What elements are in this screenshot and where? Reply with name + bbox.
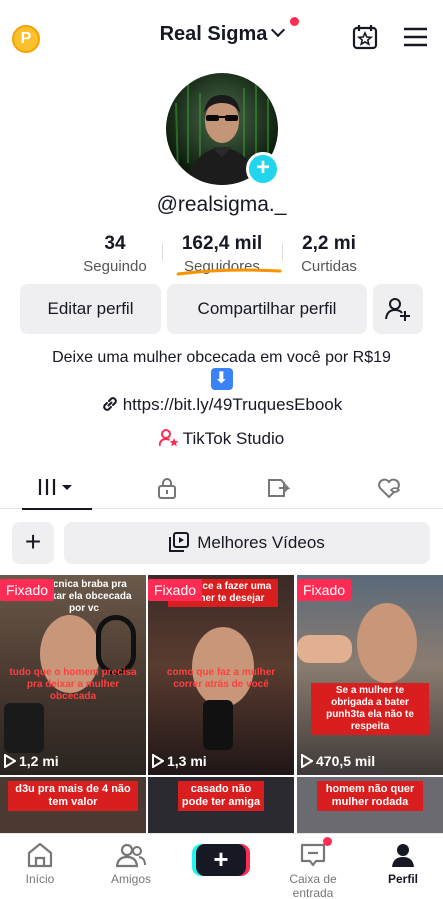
- best-videos-label: Melhores Vídeos: [197, 533, 325, 552]
- video-subtitle: como que faz a mulher correr atrás de vo…: [166, 667, 276, 690]
- link-icon: [102, 397, 117, 411]
- edit-profile-button[interactable]: Editar perfil: [20, 284, 161, 334]
- calendar-star-icon[interactable]: [352, 24, 378, 50]
- bio: Deixe uma mulher obcecada em você por R$…: [20, 347, 423, 390]
- nav-inbox[interactable]: Caixa de entrada: [268, 842, 358, 899]
- tab-reposts[interactable]: [222, 466, 333, 509]
- stat-value: 34: [104, 233, 126, 254]
- add-video-button[interactable]: +: [12, 522, 54, 564]
- tiktok-studio-link[interactable]: TikTok Studio: [0, 429, 443, 449]
- notification-dot: [290, 17, 299, 26]
- bio-link-text: https://bit.ly/49TruquesEbook: [122, 395, 343, 414]
- add-user-icon: [385, 298, 410, 321]
- bio-text: Deixe uma mulher obcecada em você por R$…: [52, 349, 391, 366]
- pinned-badge: Fixado: [148, 579, 203, 601]
- add-photo-button[interactable]: +: [246, 152, 280, 186]
- lock-icon: [157, 478, 176, 499]
- playlist-icon: [169, 532, 190, 552]
- video-caption: d3u pra mais de 4 não tem valor: [8, 781, 138, 811]
- orange-underline-mark: [176, 268, 282, 276]
- grid-dropdown-icon: [38, 479, 72, 495]
- video-thumbnail[interactable]: Se a mulher te obrigada a bater punh3ta …: [297, 575, 443, 775]
- profile-tabs: [0, 466, 443, 510]
- stat-value: 2,2 mi: [302, 233, 356, 254]
- play-icon: [301, 753, 314, 769]
- divider: [282, 243, 283, 261]
- create-button[interactable]: +: [196, 844, 246, 876]
- bio-link[interactable]: https://bit.ly/49TruquesEbook: [0, 395, 443, 415]
- view-count: 1,3 mi: [152, 753, 207, 769]
- video-subtitle: tudo que o homem precisa pra deixar a mu…: [9, 667, 137, 702]
- view-count-value: 1,2 mi: [19, 753, 59, 769]
- play-icon: [152, 753, 165, 769]
- stat-likes[interactable]: 2,2 mi Curtidas: [290, 233, 368, 275]
- play-icon: [4, 753, 17, 769]
- username: @realsigma._: [156, 193, 287, 216]
- nav-label: Caixa de entrada: [289, 872, 337, 899]
- face-shape: [357, 603, 417, 683]
- best-videos-button[interactable]: Melhores Vídeos: [64, 522, 430, 564]
- video-caption: Se a mulher te obrigada a bater punh3ta …: [311, 683, 429, 735]
- video-thumbnail[interactable]: Técnica braba pra deixar ela obcecada po…: [0, 575, 146, 775]
- nav-label: Perfil: [387, 872, 418, 886]
- headphones-shape: [96, 615, 136, 675]
- pinned-badge: Fixado: [297, 579, 352, 601]
- repost-icon: [267, 479, 290, 497]
- add-friend-button[interactable]: [373, 284, 423, 334]
- studio-person-star-icon: [158, 429, 179, 447]
- heart-hidden-icon: [377, 478, 400, 499]
- stat-label: Curtidas: [301, 258, 357, 275]
- view-count-value: 1,3 mi: [167, 753, 207, 769]
- view-count: 470,5 mil: [301, 753, 375, 769]
- stat-label: Seguindo: [83, 258, 147, 275]
- video-thumbnail[interactable]: d3u pra mais de 4 não tem valor: [0, 777, 146, 833]
- studio-label: TikTok Studio: [182, 429, 285, 448]
- nav-profile[interactable]: Perfil: [359, 842, 443, 886]
- video-thumbnail[interactable]: homem não quer mulher rodada: [297, 777, 443, 833]
- menu-icon[interactable]: [403, 26, 428, 48]
- tab-private[interactable]: [111, 466, 222, 509]
- down-arrow-icon: ⬇: [210, 368, 233, 390]
- account-name: Real Sigma: [159, 23, 268, 45]
- stat-value: 162,4 mil: [181, 233, 263, 254]
- inbox-icon: [300, 843, 326, 867]
- nav-label: Amigos: [110, 872, 151, 886]
- inbox-notification-dot: [323, 837, 332, 846]
- view-count: 1,2 mi: [4, 753, 59, 769]
- divider: [162, 243, 163, 261]
- microphone-shape: [4, 703, 44, 753]
- tab-videos[interactable]: [0, 466, 111, 510]
- video-caption: casado não pode ter amiga: [178, 781, 264, 811]
- stat-following[interactable]: 34 Seguindo: [76, 233, 154, 275]
- video-caption: homem não quer mulher rodada: [317, 781, 423, 811]
- hand-shape: [297, 635, 352, 663]
- nav-home[interactable]: Início: [0, 842, 84, 886]
- home-icon: [27, 842, 53, 868]
- active-tab-indicator: [22, 508, 92, 510]
- pinned-badge: Fixado: [0, 579, 55, 601]
- top-bar: P Real Sigma: [0, 0, 443, 76]
- video-grid: Técnica braba pra deixar ela obcecada po…: [0, 575, 443, 833]
- bottom-nav: Início Amigos + Caixa de entrada Perfil: [0, 833, 443, 899]
- microphone-shape: [203, 700, 233, 750]
- chevron-down-icon: [271, 22, 286, 38]
- tab-liked[interactable]: [333, 466, 443, 509]
- video-thumbnail[interactable]: casado não pode ter amiga: [148, 777, 294, 833]
- nav-friends[interactable]: Amigos: [87, 842, 175, 886]
- share-profile-button[interactable]: Compartilhar perfil: [167, 284, 367, 334]
- video-thumbnail[interactable]: Comece a fazer uma mulher te desejar com…: [148, 575, 294, 775]
- view-count-value: 470,5 mil: [316, 753, 376, 769]
- profile-icon: [392, 844, 414, 867]
- nav-label: Início: [25, 872, 55, 886]
- friends-icon: [116, 843, 146, 868]
